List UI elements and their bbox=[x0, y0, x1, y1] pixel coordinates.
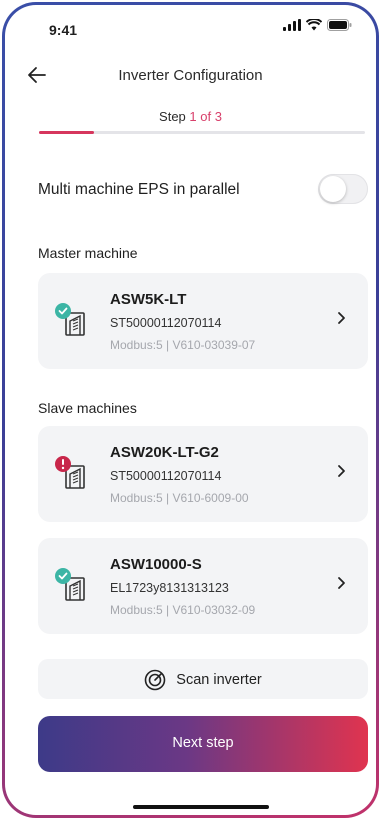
machine-meta: Modbus:5 | V610-03032-09 bbox=[110, 603, 256, 617]
ok-status-icon bbox=[55, 303, 71, 319]
step-prefix: Step bbox=[159, 109, 186, 124]
wifi-icon bbox=[306, 19, 322, 31]
status-icons bbox=[283, 19, 352, 31]
signal-icon bbox=[283, 19, 301, 31]
machine-model: ASW5K-LT bbox=[110, 291, 187, 308]
battery-icon bbox=[327, 19, 352, 31]
scan-label: Scan inverter bbox=[176, 672, 262, 688]
step-progress-bar bbox=[39, 131, 365, 134]
toggle-knob bbox=[320, 176, 346, 202]
chevron-right-icon bbox=[338, 312, 345, 324]
home-indicator bbox=[133, 805, 269, 809]
chevron-right-icon bbox=[338, 577, 345, 589]
chevron-right-icon bbox=[338, 465, 345, 477]
machine-model: ASW10000-S bbox=[110, 556, 202, 573]
step-count: 1 of 3 bbox=[189, 109, 222, 124]
master-heading: Master machine bbox=[38, 245, 138, 261]
status-bar: 9:41 bbox=[5, 5, 376, 45]
scan-inner: Scan inverter bbox=[38, 669, 368, 691]
inverter-icon bbox=[52, 454, 90, 492]
eps-row: Multi machine EPS in parallel bbox=[38, 173, 368, 209]
slave-card-2[interactable]: ASW10000-S EL1723y8131313123 Modbus:5 | … bbox=[38, 538, 368, 634]
scan-target-icon bbox=[144, 669, 166, 691]
status-time: 9:41 bbox=[49, 22, 78, 38]
scan-inverter-button[interactable]: Scan inverter bbox=[38, 659, 368, 699]
machine-serial: ST50000112070114 bbox=[110, 316, 222, 330]
page-title: Inverter Configuration bbox=[118, 67, 263, 84]
machine-meta: Modbus:5 | V610-03039-07 bbox=[110, 338, 256, 352]
machine-model: ASW20K-LT-G2 bbox=[110, 444, 219, 461]
step-progress-fill bbox=[39, 131, 95, 134]
slave-card-1[interactable]: ASW20K-LT-G2 ST50000112070114 Modbus:5 |… bbox=[38, 426, 368, 522]
master-card[interactable]: ASW5K-LT ST50000112070114 Modbus:5 | V61… bbox=[38, 273, 368, 369]
inverter-icon bbox=[52, 566, 90, 604]
inverter-icon bbox=[52, 301, 90, 339]
ok-status-icon bbox=[55, 568, 71, 584]
phone-frame: 9:41 Inverter Configuration Step 1 of 3 … bbox=[2, 2, 379, 818]
next-step-label: Next step bbox=[172, 735, 234, 751]
step-indicator: Step 1 of 3 bbox=[5, 109, 376, 124]
machine-serial: ST50000112070114 bbox=[110, 469, 222, 483]
next-step-button[interactable]: Next step bbox=[38, 716, 368, 772]
slaves-heading: Slave machines bbox=[38, 400, 137, 416]
eps-label: Multi machine EPS in parallel bbox=[38, 181, 240, 198]
eps-toggle[interactable] bbox=[318, 174, 368, 204]
header: Inverter Configuration bbox=[5, 61, 376, 91]
machine-serial: EL1723y8131313123 bbox=[110, 581, 229, 595]
machine-meta: Modbus:5 | V610-6009-00 bbox=[110, 491, 249, 505]
